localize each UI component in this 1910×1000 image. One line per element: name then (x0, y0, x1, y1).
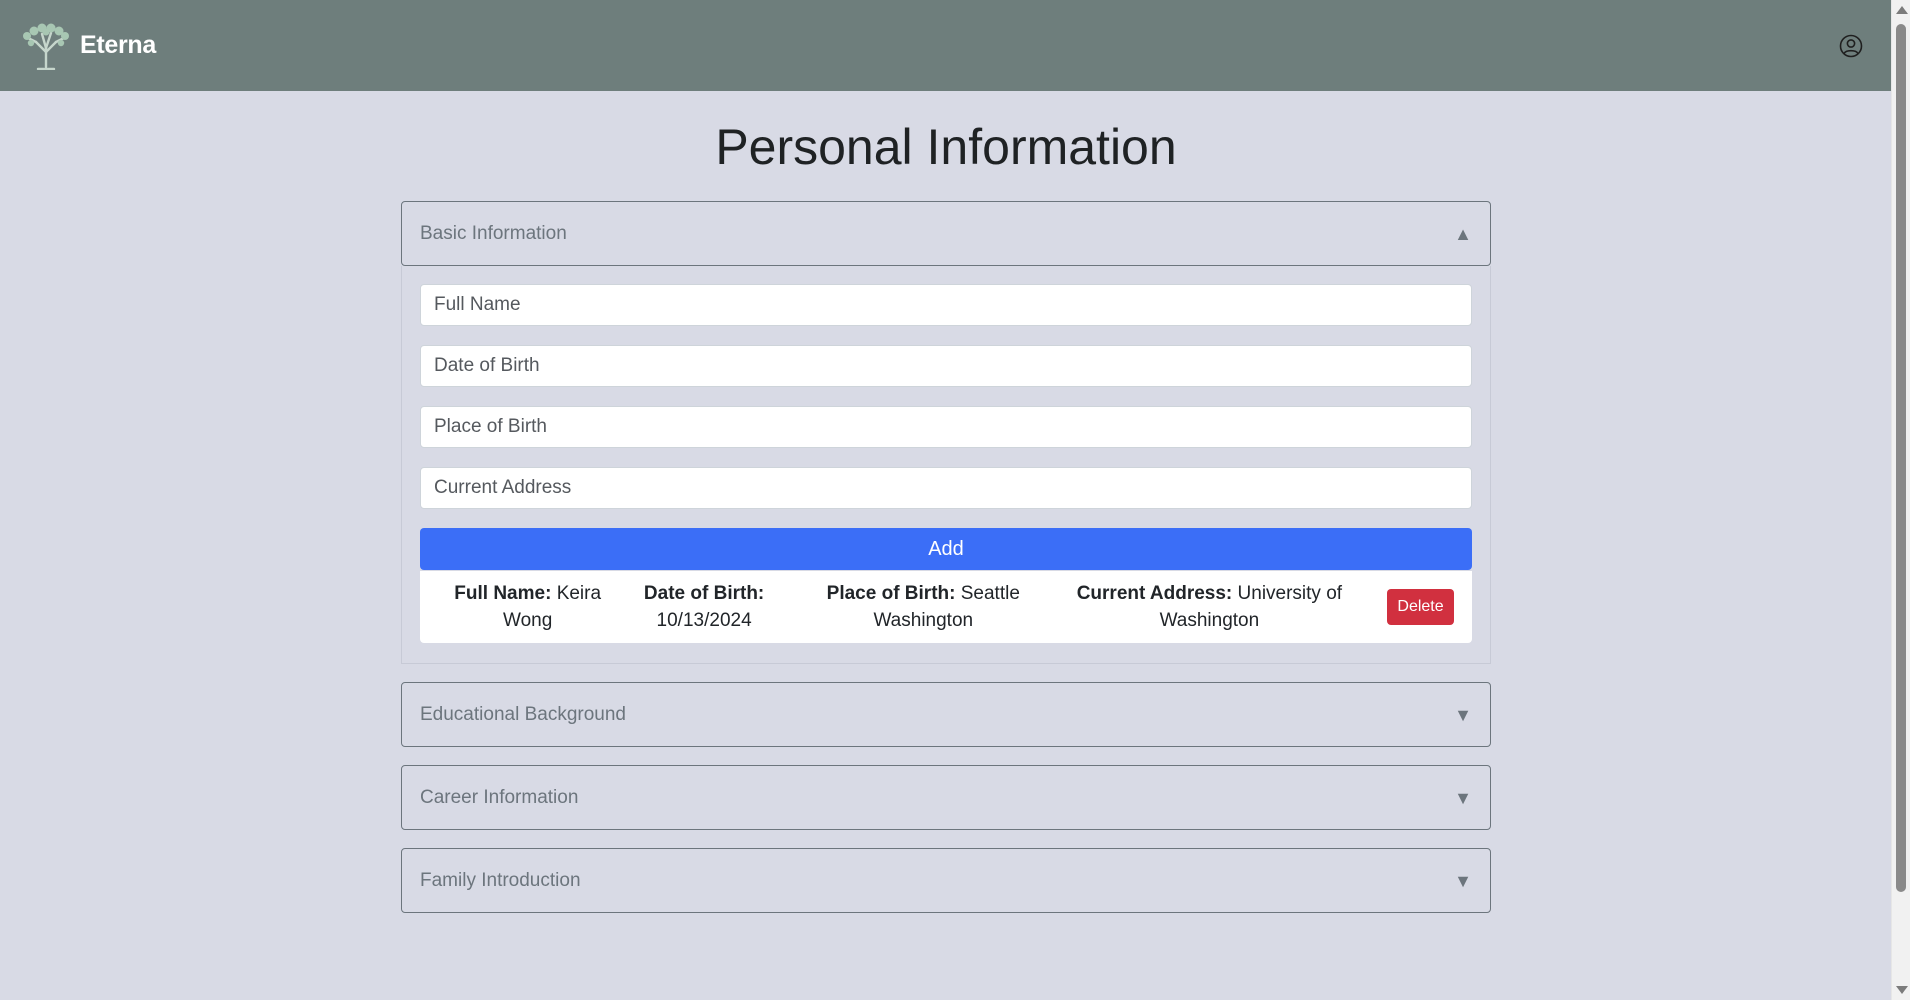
chevron-down-icon: ▼ (1454, 787, 1472, 808)
vertical-scrollbar[interactable] (1891, 0, 1910, 1000)
entry-pob-label: Place of Birth: (826, 583, 956, 604)
entry-full-name-label: Full Name: (454, 583, 552, 604)
main-content: Personal Information Basic Information ▲… (401, 91, 1491, 913)
chevron-down-icon: ▼ (1454, 870, 1472, 891)
basic-information-panel: Add Full Name: Keira Wong Date of Birth:… (401, 266, 1491, 664)
brand-name: Eterna (80, 31, 157, 59)
accordion-title: Family Introduction (420, 869, 581, 891)
top-navbar: Eterna (0, 0, 1891, 91)
scroll-up-arrow-icon[interactable] (1896, 6, 1908, 14)
brand-link[interactable]: Eterna (18, 22, 156, 70)
accordion-educational-background[interactable]: Educational Background ▼ (401, 682, 1491, 747)
basic-info-entry: Full Name: Keira Wong Date of Birth: 10/… (420, 571, 1472, 643)
entry-dob-value: 10/13/2024 (656, 610, 752, 631)
tree-logo-icon (23, 23, 69, 70)
delete-button[interactable]: Delete (1387, 589, 1454, 625)
accordion-title: Educational Background (420, 703, 626, 725)
accordion-title: Career Information (420, 786, 579, 808)
accordion-career-information[interactable]: Career Information ▼ (401, 765, 1491, 830)
scroll-down-arrow-icon[interactable] (1896, 986, 1908, 994)
accordion-basic-information[interactable]: Basic Information ▲ (401, 201, 1491, 266)
entry-dob-label: Date of Birth: (643, 583, 765, 604)
entry-place-of-birth: Place of Birth: Seattle Washington (825, 580, 1022, 634)
entry-current-address: Current Address: University of Washingto… (1062, 580, 1357, 634)
entry-full-name: Full Name: Keira Wong (444, 580, 611, 634)
entry-address-label: Current Address: (1076, 583, 1233, 604)
chevron-down-icon: ▼ (1454, 704, 1472, 725)
accordion-family-introduction[interactable]: Family Introduction ▼ (401, 848, 1491, 913)
scrollbar-thumb[interactable] (1896, 24, 1906, 892)
current-address-input[interactable] (420, 467, 1472, 509)
date-of-birth-input[interactable] (420, 345, 1472, 387)
chevron-up-icon: ▲ (1454, 223, 1472, 244)
page: Eterna Personal Information Basic Inform… (0, 0, 1910, 1000)
full-name-input[interactable] (420, 284, 1472, 326)
profile-button[interactable] (1835, 30, 1867, 62)
user-circle-icon (1839, 34, 1863, 57)
place-of-birth-input[interactable] (420, 406, 1472, 448)
accordion-title: Basic Information (420, 222, 567, 244)
entry-date-of-birth: Date of Birth: 10/13/2024 (625, 580, 783, 634)
add-button[interactable]: Add (420, 528, 1472, 570)
page-title: Personal Information (715, 119, 1177, 175)
